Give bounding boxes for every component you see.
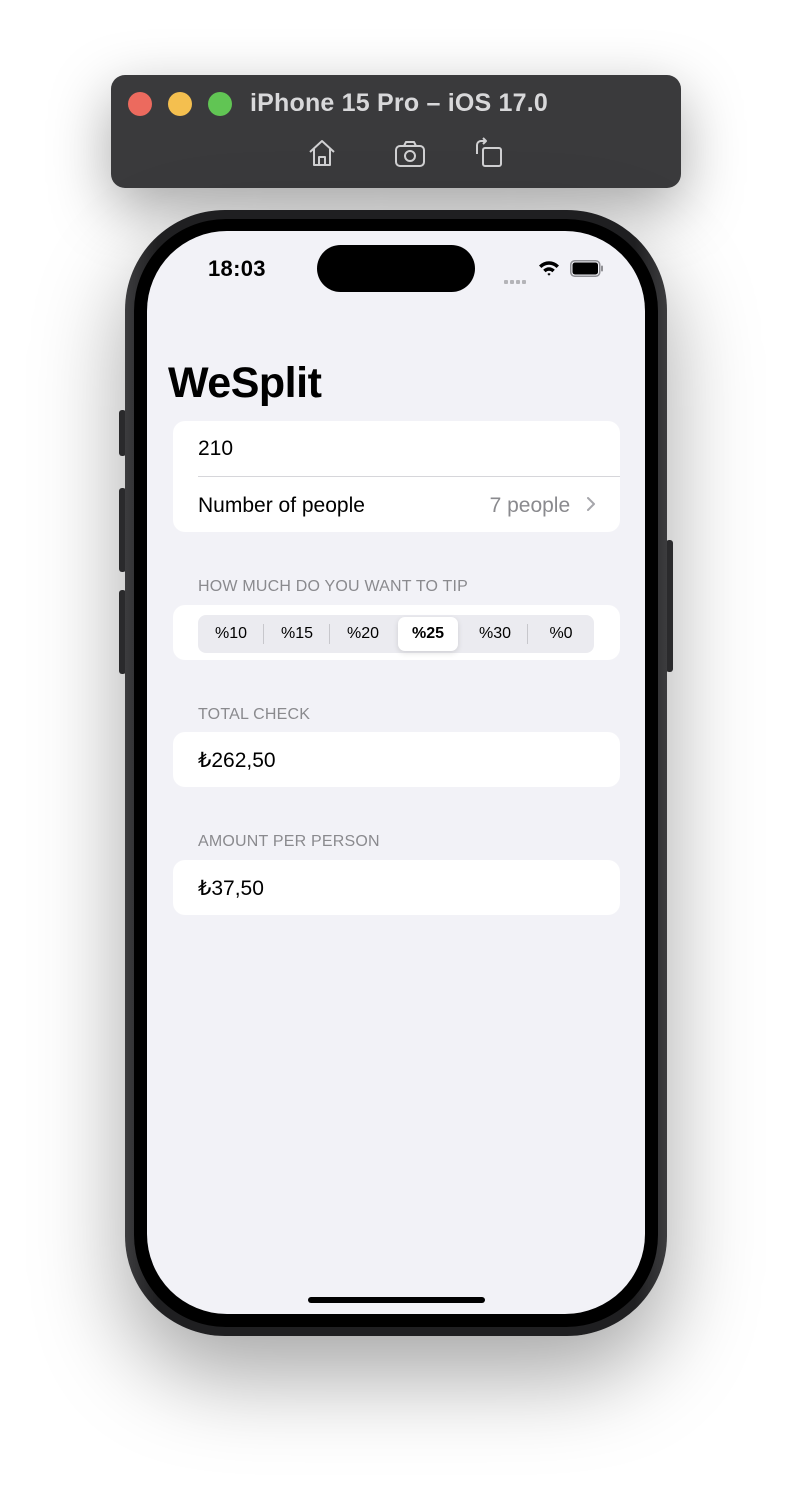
people-picker[interactable]: 7 people xyxy=(490,494,596,518)
chevron-right-icon xyxy=(586,494,596,518)
tip-option-20[interactable]: %20 xyxy=(330,615,396,653)
tip-option-10[interactable]: %10 xyxy=(198,615,264,653)
per-person-value: ₺37,50 xyxy=(198,877,264,900)
tip-section-header: HOW MUCH DO YOU WANT TO TIP xyxy=(198,578,469,595)
simulator-title: iPhone 15 Pro – iOS 17.0 xyxy=(250,89,548,117)
home-icon[interactable] xyxy=(305,136,339,170)
people-picker-value: 7 people xyxy=(489,494,571,517)
total-card: ₺262,50 xyxy=(173,732,620,787)
cellular-signal-icon xyxy=(504,271,528,289)
per-person-card: ₺37,50 xyxy=(173,860,620,915)
tip-segmented-control[interactable]: %10 %15 %20 %25 %30 %0 xyxy=(198,615,594,653)
close-window-button[interactable] xyxy=(128,92,152,116)
battery-icon xyxy=(570,260,603,277)
phone-screen: 18:03 WeSplit 210 Number of people 7 peo… xyxy=(147,231,645,1314)
total-value: ₺262,50 xyxy=(198,749,276,772)
tip-option-0[interactable]: %0 xyxy=(528,615,594,653)
screenshot-icon[interactable] xyxy=(393,136,427,170)
input-card: 210 Number of people 7 people xyxy=(173,421,620,532)
zoom-window-button[interactable] xyxy=(208,92,232,116)
power-button xyxy=(666,540,673,672)
tip-option-30[interactable]: %30 xyxy=(462,615,528,653)
home-indicator[interactable] xyxy=(308,1297,485,1303)
tip-option-25-selected[interactable]: %25 xyxy=(398,617,458,651)
total-section-header: TOTAL CHECK xyxy=(198,706,311,723)
row-divider xyxy=(198,476,620,477)
dynamic-island xyxy=(317,245,475,292)
minimize-window-button[interactable] xyxy=(168,92,192,116)
page-title: WeSplit xyxy=(168,359,322,407)
rotate-icon[interactable] xyxy=(472,136,506,170)
check-amount-field[interactable]: 210 xyxy=(198,437,595,461)
per-person-section-header: AMOUNT PER PERSON xyxy=(198,833,380,850)
tip-option-15[interactable]: %15 xyxy=(264,615,330,653)
tip-card: %10 %15 %20 %25 %30 %0 xyxy=(173,605,620,660)
status-time: 18:03 xyxy=(208,256,266,281)
wifi-icon xyxy=(539,261,559,276)
